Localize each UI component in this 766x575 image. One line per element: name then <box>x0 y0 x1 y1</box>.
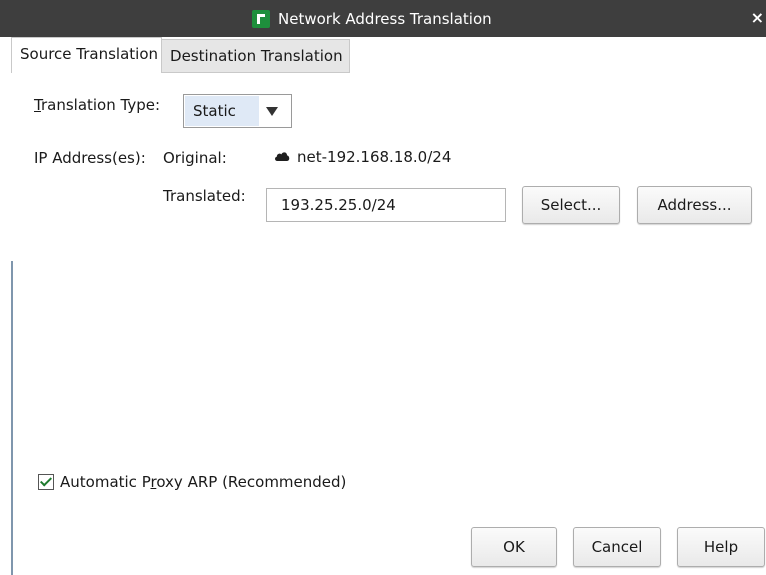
cancel-button[interactable]: Cancel <box>573 527 661 567</box>
window-title: Network Address Translation <box>278 10 492 28</box>
ok-button[interactable]: OK <box>471 527 557 567</box>
chevron-down-icon <box>266 107 278 116</box>
translated-label: Translated: <box>163 187 246 205</box>
proxy-arp-label-prefix: Automatic P <box>60 473 151 491</box>
translation-type-label-rest: ranslation Type: <box>40 96 161 114</box>
title-group: Network Address Translation <box>252 9 492 29</box>
original-network-value: net-192.168.18.0/24 <box>297 148 452 166</box>
tab-destination-translation[interactable]: Destination Translation <box>162 39 350 73</box>
app-logo-icon <box>252 10 270 28</box>
translation-type-mnemonic: T <box>34 96 41 114</box>
cloud-icon <box>275 152 290 161</box>
translated-address-input[interactable] <box>266 188 506 222</box>
title-bar[interactable]: Network Address Translation × <box>0 0 766 37</box>
translation-type-value: Static <box>185 96 259 126</box>
proxy-arp-label: Automatic Proxy ARP (Recommended) <box>60 473 346 491</box>
tab-source-translation[interactable]: Source Translation <box>11 37 163 73</box>
address-button[interactable]: Address... <box>637 186 752 224</box>
panel-left-border <box>11 261 13 575</box>
help-button[interactable]: Help <box>677 527 765 567</box>
close-icon[interactable]: × <box>751 9 764 27</box>
proxy-arp-checkbox[interactable] <box>38 474 54 490</box>
translation-type-dropdown[interactable]: Static <box>183 94 292 128</box>
nat-dialog: Network Address Translation × Source Tra… <box>0 0 766 575</box>
original-label: Original: <box>163 149 227 167</box>
proxy-arp-label-rest: oxy ARP (Recommended) <box>156 473 347 491</box>
ip-addresses-label: IP Address(es): <box>34 149 146 167</box>
tab-bar: Source Translation Destination Translati… <box>11 37 350 73</box>
select-button[interactable]: Select... <box>522 186 620 224</box>
translation-type-label: Translation Type: <box>34 96 160 114</box>
